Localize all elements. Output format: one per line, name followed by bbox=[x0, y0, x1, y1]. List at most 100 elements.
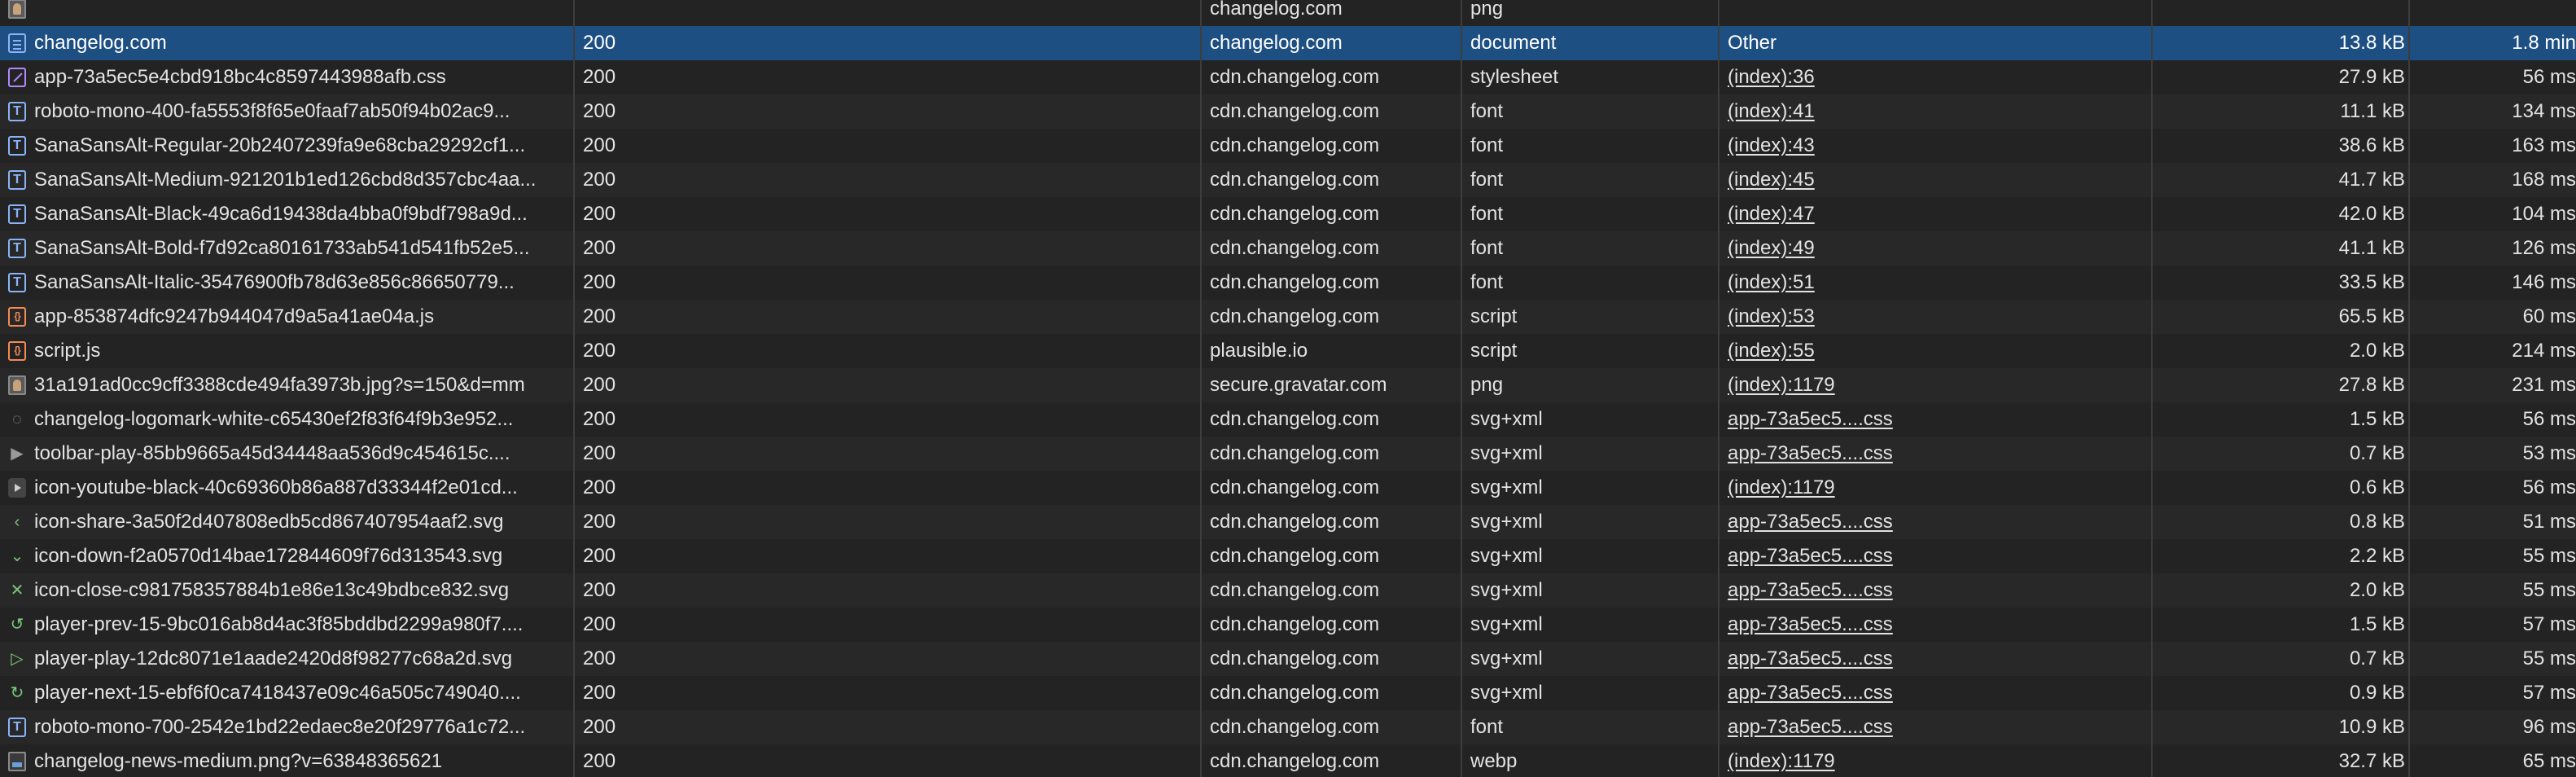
initiator-link[interactable]: app-73a5ec5....css bbox=[1728, 442, 1893, 464]
initiator-link[interactable]: (index):53 bbox=[1728, 305, 1815, 327]
initiator-link[interactable]: (index):45 bbox=[1728, 169, 1815, 191]
initiator-link[interactable]: (index):51 bbox=[1728, 271, 1815, 293]
initiator-cell: (index):1179 bbox=[1728, 744, 2143, 777]
initiator-link[interactable]: (index):43 bbox=[1728, 134, 1815, 156]
request-row[interactable]: ▶ toolbar-play-85bb9665a45d34448aa536d9c4… bbox=[0, 437, 2576, 471]
initiator-link[interactable]: (index):55 bbox=[1728, 340, 1815, 362]
request-row[interactable]: 31a191ad0cc9cff3388cde494fa3973b.jpg?s=1… bbox=[0, 368, 2576, 402]
request-name: icon-down-f2a0570d14bae172844609f76d3135… bbox=[34, 545, 503, 567]
request-name-cell[interactable]: ✕ icon-close-c981758357884b1e86e13c49bdbc… bbox=[0, 573, 570, 608]
request-name-cell[interactable]: ↺ player-prev-15-9bc016ab8d4ac3f85bddbd22… bbox=[0, 608, 570, 642]
type-cell: font bbox=[1470, 203, 1504, 225]
initiator-link[interactable]: app-73a5ec5....css bbox=[1728, 682, 1893, 704]
request-row[interactable]: ↻ player-next-15-ebf6f0ca7418437e09c46a50… bbox=[0, 676, 2576, 710]
request-name-cell[interactable]: icon-youtube-black-40c69360b86a887d33344… bbox=[0, 471, 570, 505]
request-name-cell[interactable]: T SanaSansAlt-Regular-20b2407239fa9e68cba… bbox=[0, 129, 570, 163]
request-name-cell[interactable]: ◌ changelog-logomark-white-c65430ef2f83f6… bbox=[0, 402, 570, 437]
request-row[interactable]: ‹ icon-share-3a50f2d407808edb5cd867407954… bbox=[0, 505, 2576, 539]
size-cell: 1.5 kB bbox=[2349, 408, 2405, 430]
type-cell: png bbox=[1470, 0, 1504, 20]
size-cell: 0.8 kB bbox=[2349, 511, 2405, 533]
request-name-cell[interactable]: ▶ toolbar-play-85bb9665a45d34448aa536d9c4… bbox=[0, 437, 570, 471]
type-cell: script bbox=[1470, 305, 1518, 327]
request-row[interactable]: changelog-news-medium.png?v=63848365621 2… bbox=[0, 744, 2576, 777]
type-cell: svg+xml bbox=[1470, 408, 1543, 430]
type-cell: svg+xml bbox=[1470, 682, 1543, 704]
domain-cell: cdn.changelog.com bbox=[1210, 66, 1380, 88]
request-row[interactable]: changelog.com 200 changelog.com document Oth… bbox=[0, 26, 2576, 60]
initiator-link[interactable]: app-73a5ec5....css bbox=[1728, 408, 1893, 430]
request-row[interactable]: ◌ changelog-logomark-white-c65430ef2f83f6… bbox=[0, 402, 2576, 437]
request-name-cell[interactable]: Troboto-mono-400-fa5553f8f65e0faaf7ab50f… bbox=[0, 94, 570, 129]
initiator-link[interactable]: (index):47 bbox=[1728, 203, 1815, 225]
request-name: toolbar-play-85bb9665a45d34448aa536d9c45… bbox=[34, 442, 510, 464]
request-name-cell[interactable]: T SanaSansAlt-Black-49ca6d19438da4bba0f9b… bbox=[0, 197, 570, 231]
request-name-cell[interactable] bbox=[0, 0, 570, 26]
document-icon bbox=[8, 33, 26, 53]
request-row[interactable]: T SanaSansAlt-Regular-20b2407239fa9e68cba… bbox=[0, 129, 2576, 163]
domain-cell: cdn.changelog.com bbox=[1210, 476, 1380, 498]
initiator-link[interactable]: (index):1179 bbox=[1728, 374, 1835, 396]
request-name-cell[interactable]: T SanaSansAlt-Italic-35476900fb78d63e856c… bbox=[0, 266, 570, 300]
request-name-cell[interactable]: changelog-news-medium.png?v=63848365621 bbox=[0, 744, 570, 777]
request-name-cell[interactable]: T SanaSansAlt-Medium-921201b1ed126cbd8d35… bbox=[0, 163, 570, 197]
request-row[interactable]: ↺ player-prev-15-9bc016ab8d4ac3f85bddbd22… bbox=[0, 608, 2576, 642]
column-divider[interactable] bbox=[2151, 0, 2153, 777]
request-name-cell[interactable]: Troboto-mono-700-2542e1bd22edaec8e20f297… bbox=[0, 710, 570, 744]
request-row[interactable]: changelog.com png bbox=[0, 0, 2576, 26]
column-divider[interactable] bbox=[1718, 0, 1720, 777]
type-cell: font bbox=[1470, 271, 1504, 293]
request-name: app-853874dfc9247b944047d9a5a41ae04a.js bbox=[34, 305, 435, 327]
request-name-cell[interactable]: 31a191ad0cc9cff3388cde494fa3973b.jpg?s=1… bbox=[0, 368, 570, 402]
request-row[interactable]: ⌄ icon-down-f2a0570d14bae172844609f76d313… bbox=[0, 539, 2576, 573]
initiator-link[interactable]: app-73a5ec5....css bbox=[1728, 648, 1893, 669]
initiator-link[interactable]: app-73a5ec5....css bbox=[1728, 511, 1893, 533]
initiator-link[interactable]: (index):1179 bbox=[1728, 476, 1835, 498]
initiator-link[interactable]: (index):1179 bbox=[1728, 750, 1835, 772]
font-icon: T bbox=[8, 170, 26, 190]
request-row[interactable]: icon-youtube-black-40c69360b86a887d33344… bbox=[0, 471, 2576, 505]
column-divider[interactable] bbox=[2408, 0, 2410, 777]
request-name-cell[interactable]: changelog.com bbox=[0, 26, 570, 60]
request-name-cell[interactable]: ▷ player-play-12dc8071e1aade2420d8f98277c… bbox=[0, 642, 570, 676]
request-row[interactable]: Troboto-mono-700-2542e1bd22edaec8e20f297… bbox=[0, 710, 2576, 744]
initiator-link[interactable]: (index):49 bbox=[1728, 237, 1815, 259]
request-row[interactable]: ▷ player-play-12dc8071e1aade2420d8f98277c… bbox=[0, 642, 2576, 676]
column-divider[interactable] bbox=[1200, 0, 1202, 777]
request-name-cell[interactable]: T SanaSansAlt-Bold-f7d92ca80161733ab541d5… bbox=[0, 231, 570, 266]
request-name-cell[interactable]: {} app-853874dfc9247b944047d9a5a41ae04a.j… bbox=[0, 300, 570, 334]
request-row[interactable]: T SanaSansAlt-Bold-f7d92ca80161733ab541d5… bbox=[0, 231, 2576, 266]
request-name-cell[interactable]: ↻ player-next-15-ebf6f0ca7418437e09c46a50… bbox=[0, 676, 570, 710]
initiator-link[interactable]: app-73a5ec5....css bbox=[1728, 613, 1893, 635]
initiator-link[interactable]: app-73a5ec5....css bbox=[1728, 579, 1893, 601]
column-divider[interactable] bbox=[1461, 0, 1462, 777]
request-name-cell[interactable]: ⌄ icon-down-f2a0570d14bae172844609f76d313… bbox=[0, 539, 570, 573]
request-row[interactable]: T SanaSansAlt-Black-49ca6d19438da4bba0f9b… bbox=[0, 197, 2576, 231]
request-name: icon-close-c981758357884b1e86e13c49bdbce… bbox=[34, 579, 510, 601]
size-cell: 41.1 kB bbox=[2338, 237, 2405, 259]
domain-cell: cdn.changelog.com bbox=[1210, 169, 1380, 191]
request-name-cell[interactable]: app-73a5ec5e4cbd918bc4c8597443988afb.css bbox=[0, 60, 570, 94]
initiator-link[interactable]: app-73a5ec5....css bbox=[1728, 545, 1893, 567]
status-cell: 200 bbox=[583, 648, 616, 669]
font-icon: T bbox=[8, 239, 26, 258]
request-row[interactable]: {} script.js 200 plausible.io script (index):… bbox=[0, 334, 2576, 368]
request-row[interactable]: T SanaSansAlt-Medium-921201b1ed126cbd8d35… bbox=[0, 163, 2576, 197]
request-name-cell[interactable]: ‹ icon-share-3a50f2d407808edb5cd867407954… bbox=[0, 505, 570, 539]
status-cell: 200 bbox=[583, 374, 616, 396]
chevron-down-icon: ⌄ bbox=[10, 547, 24, 565]
column-divider[interactable] bbox=[573, 0, 575, 777]
request-row[interactable]: T SanaSansAlt-Italic-35476900fb78d63e856c… bbox=[0, 266, 2576, 300]
initiator-link[interactable]: (index):41 bbox=[1728, 100, 1815, 122]
request-name: changelog-logomark-white-c65430ef2f83f64… bbox=[34, 408, 514, 430]
request-name-cell[interactable]: {} script.js bbox=[0, 334, 570, 368]
initiator-link[interactable]: (index):36 bbox=[1728, 66, 1815, 88]
initiator-cell: app-73a5ec5....css bbox=[1728, 642, 2143, 676]
time-cell: 56 ms bbox=[2522, 476, 2576, 498]
initiator-link[interactable]: app-73a5ec5....css bbox=[1728, 716, 1893, 738]
request-row[interactable]: Troboto-mono-400-fa5553f8f65e0faaf7ab50f… bbox=[0, 94, 2576, 129]
time-cell: 134 ms bbox=[2512, 100, 2576, 122]
request-row[interactable]: ✕ icon-close-c981758357884b1e86e13c49bdbc… bbox=[0, 573, 2576, 608]
request-row[interactable]: app-73a5ec5e4cbd918bc4c8597443988afb.css… bbox=[0, 60, 2576, 94]
request-row[interactable]: {} app-853874dfc9247b944047d9a5a41ae04a.j… bbox=[0, 300, 2576, 334]
